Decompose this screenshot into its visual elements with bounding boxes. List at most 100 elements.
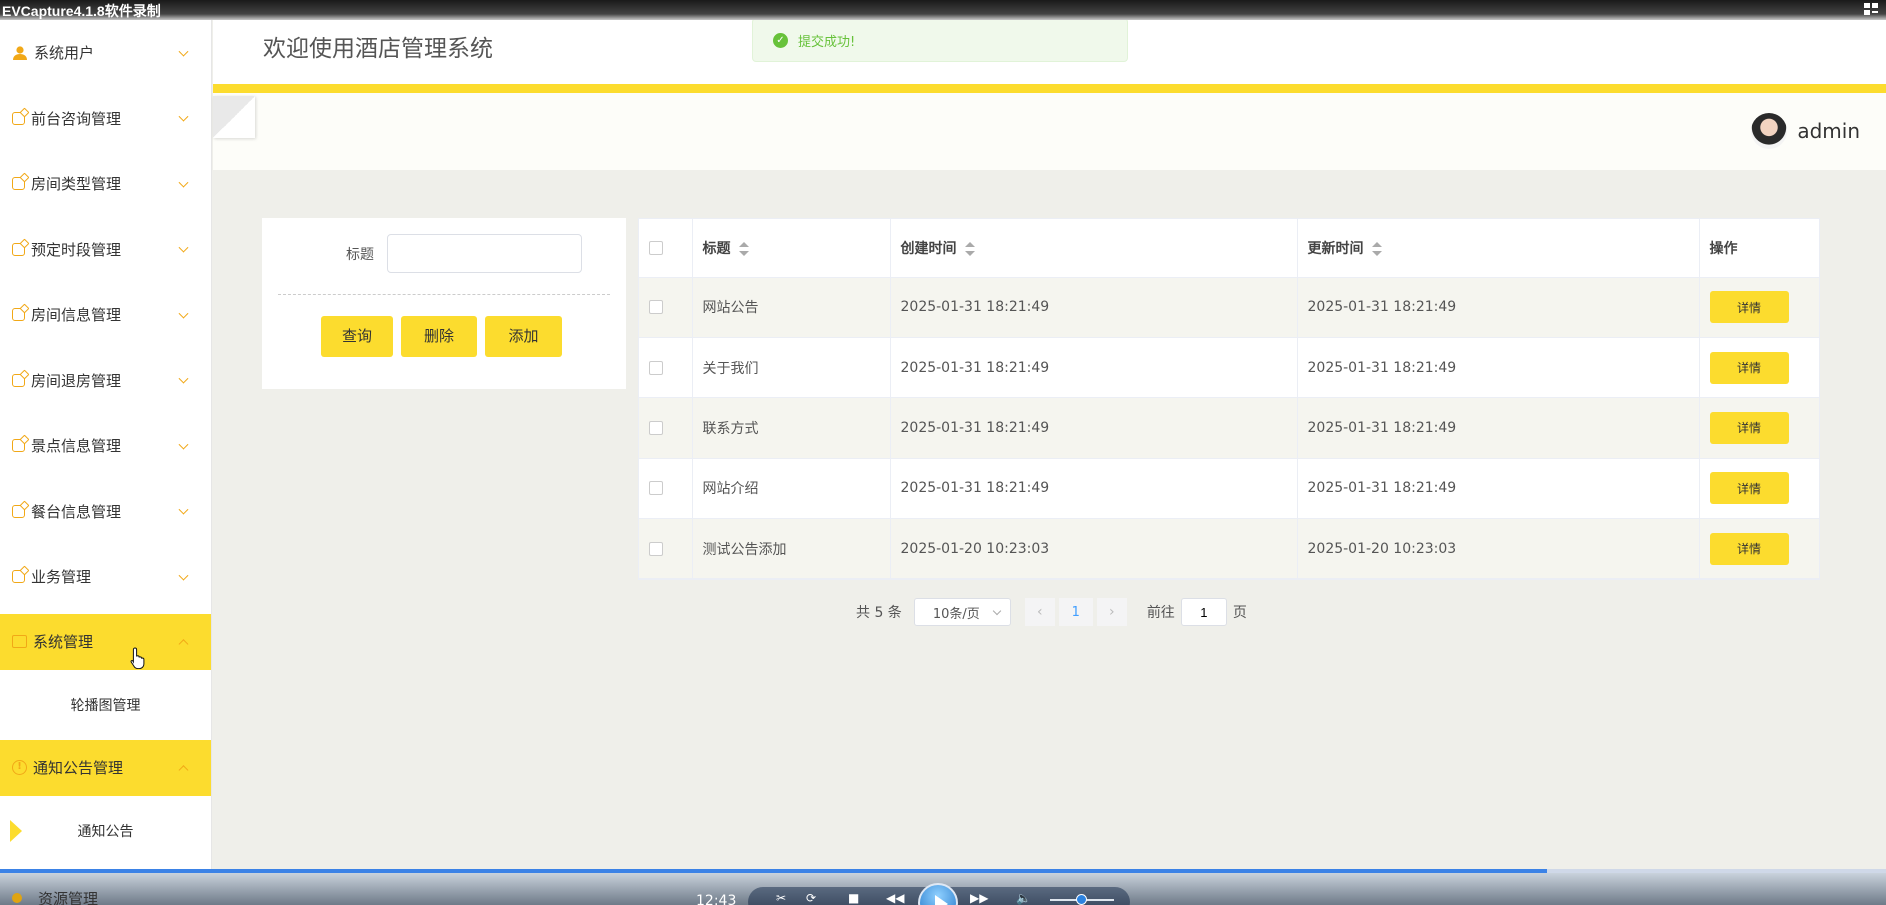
goto-suffix: 页 <box>1232 605 1247 621</box>
avatar <box>1751 113 1788 149</box>
chevron-down-icon <box>178 504 189 515</box>
volume-icon[interactable]: 🔈 <box>1016 891 1031 905</box>
volume-knob[interactable] <box>1076 894 1087 905</box>
row-checkbox[interactable] <box>649 481 663 496</box>
title-search-input[interactable] <box>387 234 582 273</box>
cell-actions: 详情 <box>1699 397 1819 459</box>
row-select-cell <box>639 337 693 399</box>
cell-created: 2025-01-20 10:23:03 <box>890 518 1298 580</box>
edit-icon <box>12 504 25 518</box>
refresh-icon[interactable]: ⟳ <box>806 891 816 905</box>
table-row: 测试公告添加 2025-01-20 10:23:03 2025-01-20 10… <box>639 518 1819 580</box>
active-marker-icon <box>10 819 22 842</box>
table-row: 网站公告 2025-01-31 18:21:49 2025-01-31 18:2… <box>639 277 1819 338</box>
recorder-layout-icon[interactable] <box>1864 3 1880 17</box>
edit-icon <box>12 308 25 322</box>
sidebar-item-room-types[interactable]: 房间类型管理 <box>0 151 211 217</box>
select-all-cell <box>639 219 693 278</box>
delete-button[interactable]: 删除 <box>401 316 477 357</box>
column-header-title[interactable]: 标题 <box>692 219 891 278</box>
sidebar-item-room-info[interactable]: 房间信息管理 <box>0 282 211 348</box>
detail-button[interactable]: 详情 <box>1709 411 1789 444</box>
goto-page: 前往 页 <box>1147 598 1247 626</box>
row-checkbox[interactable] <box>649 300 663 315</box>
stop-icon[interactable]: ■ <box>848 891 859 905</box>
cell-updated: 2025-01-31 18:21:49 <box>1297 458 1700 520</box>
sidebar-item-attractions[interactable]: 景点信息管理 <box>0 413 211 479</box>
row-checkbox[interactable] <box>649 420 663 435</box>
query-button[interactable]: 查询 <box>321 316 393 357</box>
sidebar-item-business[interactable]: 业务管理 <box>0 544 211 610</box>
sidebar-item-resource-mgmt[interactable]: 资源管理 <box>38 888 98 905</box>
sidebar-subitem-label: 轮播图管理 <box>70 697 141 714</box>
sidebar-item-notice-mgmt[interactable]: ! 通知公告管理 <box>0 739 211 796</box>
table-row: 联系方式 2025-01-31 18:21:49 2025-01-31 18:2… <box>639 397 1819 459</box>
toast-message: 提交成功! <box>798 34 856 50</box>
row-select-cell <box>639 397 693 459</box>
sidebar-item-system-users[interactable]: 系统用户 <box>0 20 211 86</box>
sidebar-item-front-desk[interactable]: 前台咨询管理 <box>0 86 211 152</box>
sort-icon[interactable] <box>1371 241 1382 256</box>
column-header-label: 创建时间 <box>900 240 957 257</box>
user-menu[interactable]: admin <box>1751 113 1860 149</box>
cell-title: 网站介绍 <box>692 458 891 520</box>
table-row: 关于我们 2025-01-31 18:21:49 2025-01-31 18:2… <box>639 337 1819 399</box>
sidebar-subitem-notices[interactable]: 通知公告 <box>0 796 211 866</box>
collapse-toggle-icon[interactable] <box>213 96 255 138</box>
check-circle-icon: ✓ <box>773 32 788 48</box>
chevron-up-icon <box>178 638 189 649</box>
table-header-row: 标题 创建时间 更新时间 操作 <box>639 219 1819 278</box>
sidebar-item-label: 业务管理 <box>31 568 92 587</box>
select-all-checkbox[interactable] <box>649 240 663 255</box>
sidebar-item-label: 系统用户 <box>34 44 95 63</box>
fast-forward-icon[interactable]: ▶▶ <box>970 891 988 905</box>
info-icon: ! <box>12 760 27 775</box>
divider <box>278 294 610 295</box>
sidebar-item-label: 预定时段管理 <box>31 240 122 259</box>
column-header-created[interactable]: 创建时间 <box>890 219 1298 278</box>
row-checkbox[interactable] <box>649 360 663 375</box>
page-size-select[interactable]: 10条/页 <box>913 598 1011 626</box>
cell-updated: 2025-01-31 18:21:49 <box>1297 337 1700 399</box>
chevron-down-icon <box>178 570 189 581</box>
edit-icon <box>12 242 25 256</box>
sub-header: admin <box>213 93 1886 170</box>
sidebar-item-dining-tables[interactable]: 餐台信息管理 <box>0 479 211 545</box>
sort-icon[interactable] <box>738 241 749 256</box>
sidebar-item-label: 前台咨询管理 <box>31 109 122 128</box>
edit-icon <box>12 570 25 584</box>
cut-icon[interactable]: ✂ <box>776 891 786 905</box>
cell-updated: 2025-01-31 18:21:49 <box>1297 277 1700 338</box>
detail-button[interactable]: 详情 <box>1709 472 1789 505</box>
recorder-title-bar: EVCapture4.1.8软件录制 <box>0 0 1886 20</box>
goto-page-input[interactable] <box>1180 598 1227 626</box>
prev-page-button[interactable]: ‹ <box>1024 598 1055 626</box>
next-page-button[interactable]: › <box>1096 598 1127 626</box>
sort-icon[interactable] <box>964 241 975 256</box>
detail-button[interactable]: 详情 <box>1709 532 1789 565</box>
sidebar-item-booking-slots[interactable]: 预定时段管理 <box>0 217 211 283</box>
chevron-down-icon <box>178 177 189 188</box>
detail-button[interactable]: 详情 <box>1709 351 1789 384</box>
sidebar-item-system-mgmt[interactable]: 系统管理 <box>0 613 211 670</box>
row-checkbox[interactable] <box>649 541 663 556</box>
cell-actions: 详情 <box>1699 337 1819 399</box>
column-header-updated[interactable]: 更新时间 <box>1297 219 1700 278</box>
column-header-label: 操作 <box>1709 240 1738 257</box>
rewind-icon[interactable]: ◀◀ <box>886 891 904 905</box>
detail-button[interactable]: 详情 <box>1709 291 1789 324</box>
cell-created: 2025-01-31 18:21:49 <box>890 458 1298 520</box>
edit-icon <box>12 373 25 387</box>
add-button[interactable]: 添加 <box>485 316 562 357</box>
sidebar-item-label: 房间类型管理 <box>31 175 122 194</box>
success-toast: ✓ 提交成功! <box>752 18 1128 62</box>
resource-icon <box>12 893 22 903</box>
cell-actions: 详情 <box>1699 518 1819 580</box>
sidebar-item-label: 餐台信息管理 <box>31 502 122 521</box>
column-header-label: 标题 <box>702 240 731 257</box>
sidebar-item-checkout[interactable]: 房间退房管理 <box>0 348 211 414</box>
edit-icon <box>12 111 25 125</box>
page-number-current[interactable]: 1 <box>1058 598 1093 626</box>
sidebar-subitem-carousel[interactable]: 轮播图管理 <box>0 670 211 740</box>
sidebar-item-label: 房间信息管理 <box>31 306 122 325</box>
